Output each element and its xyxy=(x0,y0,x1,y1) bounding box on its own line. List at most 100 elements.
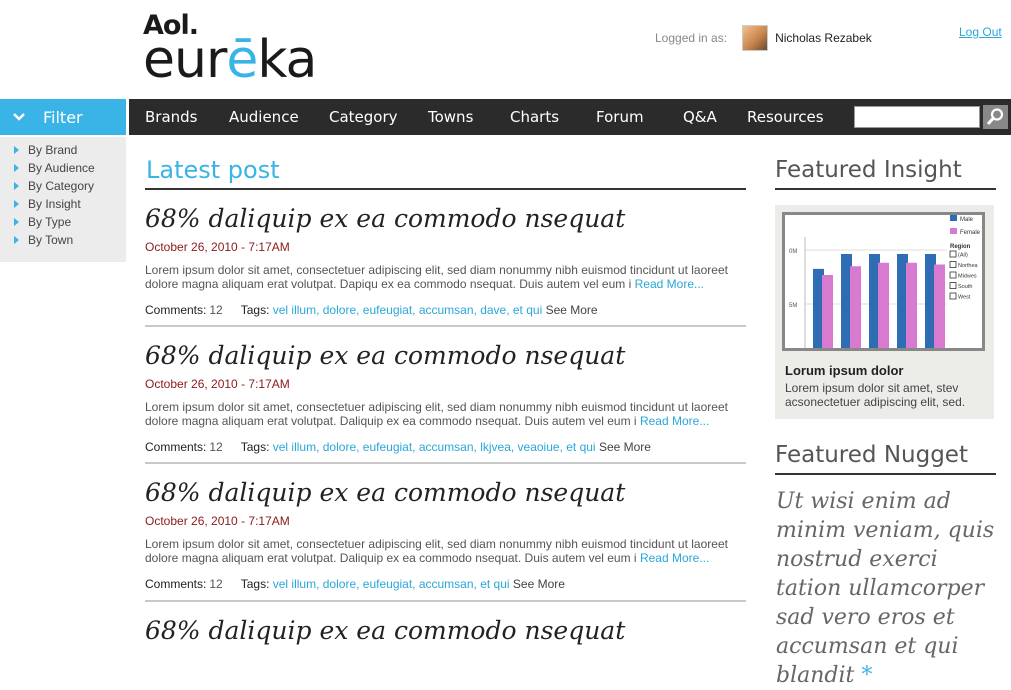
logo-part-2: ka xyxy=(257,30,317,90)
filter-item-label: By Brand xyxy=(28,143,78,157)
featured-insight-card[interactable]: 0M 5M Male Female Region (All) Northea Midwes So… xyxy=(775,205,994,419)
logo-part-1: eur xyxy=(143,30,227,90)
post-body: Lorem ipsum dolor sit amet, consectetuer… xyxy=(145,400,746,428)
filter-item-label: By Insight xyxy=(28,197,81,211)
filter-item-insight[interactable]: By Insight xyxy=(0,197,126,215)
chart-bar xyxy=(850,266,861,352)
see-more-link[interactable]: See More xyxy=(599,440,651,454)
post-title[interactable]: 68% daliquip ex ea commodo nsequat xyxy=(145,206,746,232)
comments-label: Comments: xyxy=(145,303,207,317)
chart-tick-label: 5M xyxy=(789,303,797,309)
filter-item-type[interactable]: By Type xyxy=(0,215,126,233)
chevron-down-icon xyxy=(13,113,25,121)
read-more-link[interactable]: Read More... xyxy=(640,551,709,565)
tags-label: Tags: xyxy=(240,440,270,454)
read-more-link[interactable]: Read More... xyxy=(640,414,709,428)
nav-item-forum[interactable]: Forum xyxy=(596,108,644,126)
legend-group-title: Region xyxy=(950,244,971,250)
logo-accent: ē xyxy=(226,30,258,90)
chart-bar xyxy=(878,262,889,352)
filter-item-label: By Category xyxy=(28,179,95,193)
region-checkbox xyxy=(949,292,957,300)
post-date: October 26, 2010 - 7:17AM xyxy=(145,377,290,391)
filter-item-brand[interactable]: By Brand xyxy=(0,143,126,161)
eureka-wordmark: eurēka xyxy=(143,34,317,86)
comments-label: Comments: xyxy=(145,440,207,454)
tag-links[interactable]: vel illum, dolore, eufeugiat, accumsan, … xyxy=(273,440,596,454)
region-label: South xyxy=(958,284,972,290)
arrow-right-icon xyxy=(14,200,19,208)
legend-swatch xyxy=(950,228,957,234)
chart-tick-label: 0M xyxy=(789,249,797,255)
nav-item-resources[interactable]: Resources xyxy=(747,108,824,126)
featured-insight-heading: Featured Insight xyxy=(775,157,962,183)
post-meta: Comments: 12 Tags: vel illum, dolore, eufe… xyxy=(145,440,746,454)
logged-in-label: Logged in as: xyxy=(655,31,728,45)
comments-label: Comments: xyxy=(145,577,207,591)
region-label: Northea xyxy=(958,263,979,269)
section-divider xyxy=(775,473,996,475)
chart-bar xyxy=(906,262,917,352)
nugget-asterisk: * xyxy=(861,663,873,688)
featured-nugget-heading: Featured Nugget xyxy=(775,442,968,468)
tags-label: Tags: xyxy=(240,303,270,317)
filter-item-category[interactable]: By Category xyxy=(0,179,126,197)
region-label: (All) xyxy=(958,253,968,259)
post-title[interactable]: 68% daliquip ex ea commodo nsequat xyxy=(145,618,746,644)
insight-title[interactable]: Lorum ipsum dolor xyxy=(785,363,903,378)
avatar[interactable] xyxy=(742,25,769,51)
filter-item-label: By Type xyxy=(28,215,72,229)
tag-links[interactable]: vel illum, dolore, eufeugiat, accumsan, … xyxy=(273,303,542,317)
comments-count[interactable]: 12 xyxy=(209,577,222,591)
featured-nugget-quote: Ut wisi enim ad minim veniam, quis nostr… xyxy=(776,487,1006,690)
section-divider xyxy=(145,188,746,190)
nav-item-brands[interactable]: Brands xyxy=(145,108,198,126)
post-date: October 26, 2010 - 7:17AM xyxy=(145,240,290,254)
region-label: Midwes xyxy=(958,274,977,280)
tag-links[interactable]: vel illum, dolore, eufeugiat, accumsan, … xyxy=(273,577,510,591)
logout-link[interactable]: Log Out xyxy=(959,25,1002,39)
nav-item-towns[interactable]: Towns xyxy=(428,108,473,126)
post-title[interactable]: 68% daliquip ex ea commodo nsequat xyxy=(145,480,746,506)
post-meta: Comments: 12 Tags: vel illum, dolore, eufe… xyxy=(145,577,746,591)
filter-item-label: By Town xyxy=(28,233,74,247)
search-input[interactable] xyxy=(854,106,980,128)
eureka-logo[interactable]: Aol. eurēka xyxy=(143,12,317,86)
region-checkbox xyxy=(949,261,957,268)
region-checkbox xyxy=(949,282,957,289)
filter-title: Filter xyxy=(43,108,83,127)
post-body: Lorem ipsum dolor sit amet, consectetuer… xyxy=(145,263,746,291)
read-more-link[interactable]: Read More... xyxy=(635,277,704,291)
nav-item-category[interactable]: Category xyxy=(329,108,398,126)
search-button[interactable] xyxy=(983,105,1008,129)
nav-item-audience[interactable]: Audience xyxy=(229,108,299,126)
user-name[interactable]: Nicholas Rezabek xyxy=(775,31,872,45)
login-info: Logged in as: Nicholas Rezabek xyxy=(655,25,872,51)
search-icon xyxy=(986,108,1004,126)
nav-item-charts[interactable]: Charts xyxy=(510,108,559,126)
region-checkbox xyxy=(949,271,957,279)
chart-bar xyxy=(822,275,833,352)
nav-item-qa[interactable]: Q&A xyxy=(683,108,717,126)
arrow-right-icon xyxy=(14,146,19,154)
filter-item-town[interactable]: By Town xyxy=(0,233,126,251)
filter-item-audience[interactable]: By Audience xyxy=(0,161,126,179)
post-item: 68% daliquip ex ea commodo nsequat Octob… xyxy=(145,480,746,592)
comments-count[interactable]: 12 xyxy=(209,303,222,317)
region-checkbox xyxy=(949,250,957,258)
filter-sidebar: By Brand By Audience By Category By Insi… xyxy=(0,137,126,262)
post-divider xyxy=(145,600,746,602)
legend-label: Female xyxy=(960,230,981,236)
insight-description: Lorem ipsum dolor sit amet, stev acsonec… xyxy=(785,381,966,409)
arrow-right-icon xyxy=(14,164,19,172)
insight-chart[interactable]: 0M 5M Male Female Region (All) Northea Midwes So… xyxy=(782,212,985,352)
post-item: 68% daliquip ex ea commodo nsequat Octob… xyxy=(145,343,746,455)
legend-swatch xyxy=(950,215,957,221)
filter-toggle[interactable]: Filter xyxy=(0,99,126,135)
post-title[interactable]: 68% daliquip ex ea commodo nsequat xyxy=(145,343,746,369)
nugget-text: Ut wisi enim ad minim veniam, quis nostr… xyxy=(776,489,995,688)
see-more-link[interactable]: See More xyxy=(513,577,565,591)
see-more-link[interactable]: See More xyxy=(546,303,598,317)
comments-count[interactable]: 12 xyxy=(209,440,222,454)
tags-label: Tags: xyxy=(240,577,270,591)
